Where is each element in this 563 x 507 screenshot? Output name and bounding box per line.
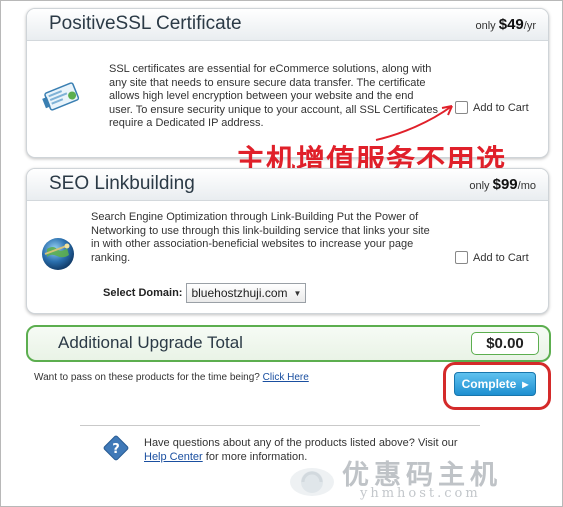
upgrade-total-title: Additional Upgrade Total [58, 333, 243, 352]
select-domain-value: bluehostzhuji.com [191, 286, 288, 300]
watermark-logo-icon [290, 468, 334, 496]
ssl-price: only $49/yr [475, 16, 536, 33]
watermark-english: yhmhost.com [360, 486, 481, 501]
seo-add-to-cart-checkbox[interactable] [455, 251, 468, 264]
select-domain-dropdown[interactable]: bluehostzhuji.com ▼ [186, 283, 307, 303]
ssl-certificate-panel: PositiveSSL Certificate only $49/yr SSL … [26, 8, 549, 158]
seo-title: SEO Linkbuilding [49, 173, 195, 194]
seo-linkbuilding-panel: SEO Linkbuilding only $99/mo Search Engi… [26, 168, 549, 314]
help-question-icon: ? [103, 435, 129, 461]
seo-add-to-cart-label: Add to Cart [473, 251, 529, 264]
help-center-link[interactable]: Help Center [144, 451, 203, 463]
ssl-price-prefix: only [475, 20, 496, 32]
pass-on-products: Want to pass on these products for the t… [34, 372, 309, 383]
complete-button-label: Complete [461, 377, 517, 391]
seo-add-to-cart[interactable]: Add to Cart [455, 251, 529, 264]
ssl-add-to-cart[interactable]: Add to Cart [455, 101, 529, 114]
seo-panel-header: SEO Linkbuilding only $99/mo [27, 169, 548, 201]
ssl-price-amount: $49 [498, 16, 524, 33]
select-domain-row: Select Domain: bluehostzhuji.com ▼ [103, 283, 307, 303]
upgrade-total-amount: $0.00 [471, 332, 539, 355]
seo-price: only $99/mo [469, 176, 536, 193]
seo-price-unit: /mo [517, 180, 536, 192]
seo-description: Search Engine Optimization through Link-… [91, 211, 430, 264]
help-line-1: Have questions about any of the products… [144, 437, 458, 449]
click-here-link[interactable]: Click Here [263, 372, 309, 383]
chevron-down-icon: ▼ [293, 288, 302, 298]
pass-text: Want to pass on these products for the t… [34, 372, 260, 383]
ssl-add-to-cart-label: Add to Cart [473, 101, 529, 114]
complete-button[interactable]: Complete ▶ [454, 372, 536, 396]
chevron-right-icon: ▶ [522, 379, 529, 389]
ssl-price-unit: /yr [523, 20, 536, 32]
upgrade-total-bar: Additional Upgrade Total $0.00 [26, 325, 551, 362]
seo-price-prefix: only [469, 180, 490, 192]
divider [80, 425, 480, 426]
ssl-title: PositiveSSL Certificate [49, 13, 242, 34]
globe-icon [42, 238, 74, 270]
select-domain-label: Select Domain: [103, 287, 183, 299]
ssl-certificate-icon [42, 82, 80, 111]
ssl-panel-header: PositiveSSL Certificate only $49/yr [27, 9, 548, 41]
annotation-arrow-icon [375, 105, 453, 141]
svg-text:?: ? [112, 442, 120, 457]
seo-price-amount: $99 [492, 176, 518, 193]
